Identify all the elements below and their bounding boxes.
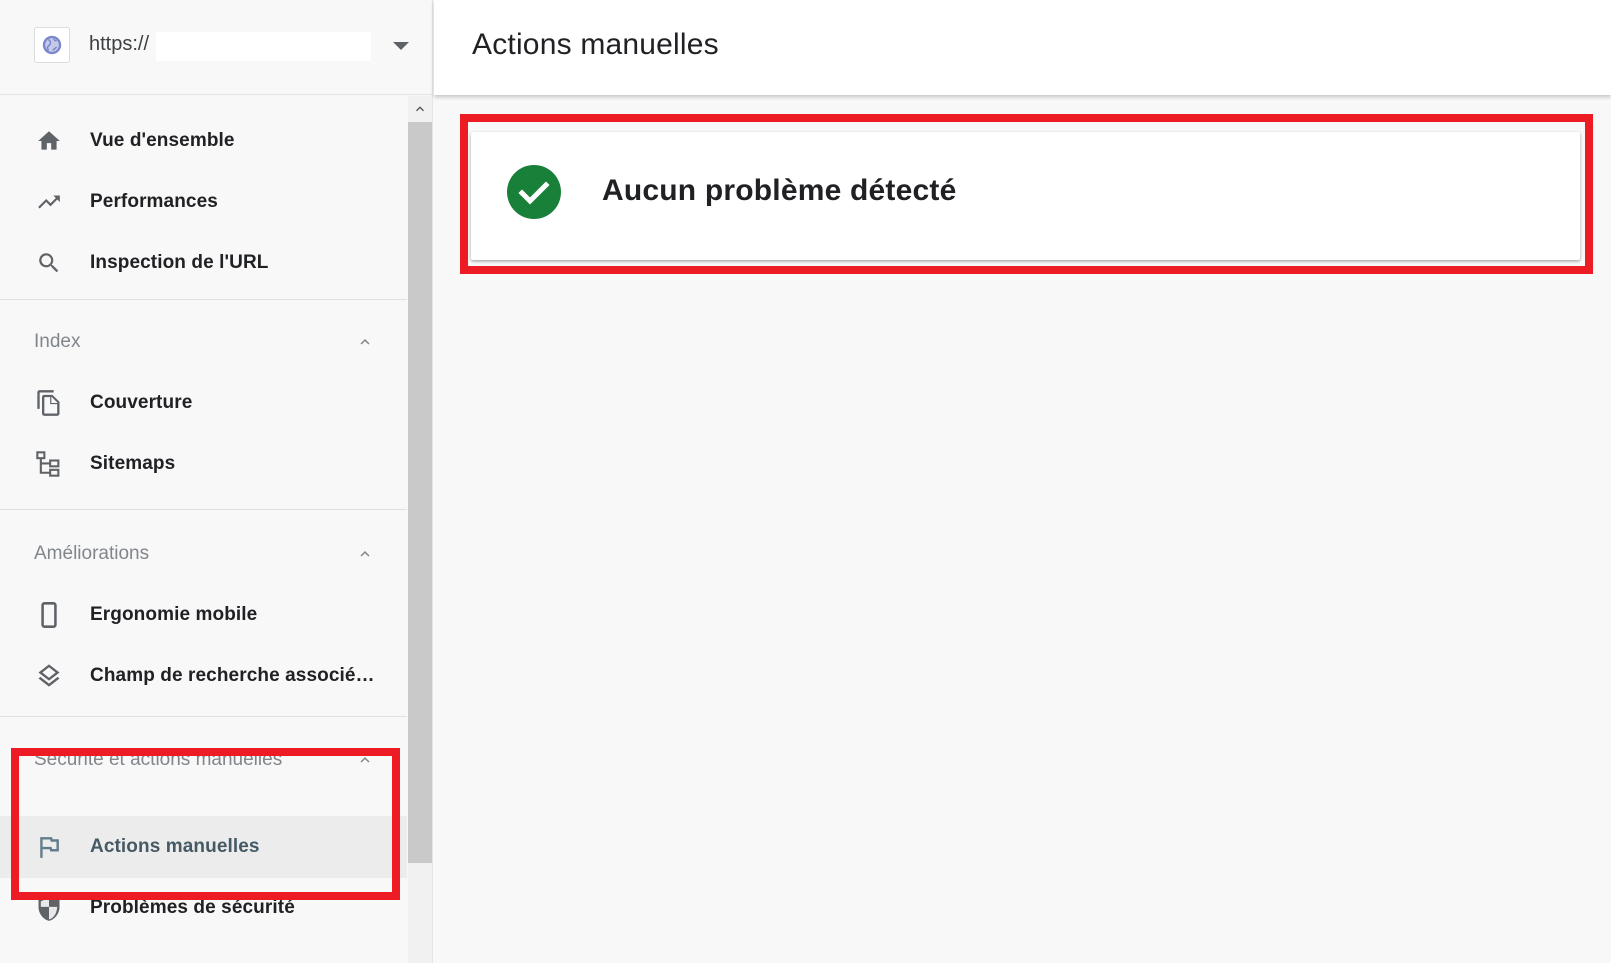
chevron-up-icon[interactable] — [356, 545, 374, 563]
search-icon — [34, 248, 64, 278]
arrow-drop-down-icon[interactable] — [390, 38, 412, 54]
sidebar-item-performance[interactable]: Performances — [0, 171, 407, 233]
flag-icon — [34, 832, 64, 862]
sidebar-item-label: Problèmes de sécurité — [90, 897, 295, 918]
layers-icon — [34, 661, 64, 691]
shield-icon — [34, 893, 64, 923]
section-title: Sécurité et actions manuelles — [34, 749, 283, 770]
sidebar-item-label: Inspection de l'URL — [90, 252, 269, 273]
sitemap-icon — [34, 449, 64, 479]
globe-icon — [34, 27, 70, 63]
sidebar-item-label: Performances — [90, 191, 218, 212]
sidebar-item-sitemaps[interactable]: Sitemaps — [0, 433, 407, 495]
section-title: Index — [34, 331, 81, 352]
sidebar-item-security-issues[interactable]: Problèmes de sécurité — [0, 877, 407, 939]
sidebar-scrollbar[interactable] — [408, 96, 432, 963]
divider — [0, 299, 407, 300]
sidebar-item-label: Couverture — [90, 392, 193, 413]
sidebar-item-url-inspection[interactable]: Inspection de l'URL — [0, 232, 407, 294]
sidebar-item-mobile-usability[interactable]: Ergonomie mobile — [0, 584, 407, 646]
sidebar-item-label: Sitemaps — [90, 453, 176, 474]
sidebar: https:// Vue d'ensemble Performances Ins… — [0, 0, 433, 963]
sidebar-item-manual-actions[interactable]: Actions manuelles — [0, 816, 407, 878]
section-title: Améliorations — [34, 543, 150, 564]
property-url: https:// — [89, 33, 150, 55]
check-circle-icon — [507, 165, 561, 219]
chevron-up-icon[interactable] — [408, 96, 432, 122]
chevron-up-icon[interactable] — [356, 333, 374, 351]
file-copy-icon — [34, 388, 64, 418]
sidebar-nav: Vue d'ensemble Performances Inspection d… — [0, 96, 407, 963]
sidebar-item-label: Champ de recherche associé… — [90, 665, 375, 686]
section-header-index[interactable]: Index — [0, 326, 407, 360]
smartphone-icon — [34, 600, 64, 630]
page-title: Actions manuelles — [472, 28, 719, 61]
url-redacted — [156, 32, 371, 61]
trending-up-icon — [34, 187, 64, 217]
sidebar-item-label: Ergonomie mobile — [90, 604, 258, 625]
sidebar-item-overview[interactable]: Vue d'ensemble — [0, 110, 407, 172]
status-card: Aucun problème détecté — [471, 132, 1580, 260]
sidebar-item-sitelinks-searchbox[interactable]: Champ de recherche associé… — [0, 645, 407, 707]
property-selector[interactable]: https:// — [0, 0, 432, 95]
home-icon — [34, 126, 64, 156]
chevron-up-icon[interactable] — [356, 751, 374, 769]
page-header: Actions manuelles — [434, 0, 1611, 95]
sidebar-item-label: Vue d'ensemble — [90, 130, 235, 151]
divider — [0, 509, 407, 510]
status-message: Aucun problème détecté — [602, 174, 957, 207]
sidebar-item-coverage[interactable]: Couverture — [0, 372, 407, 434]
section-header-enhancements[interactable]: Améliorations — [0, 538, 407, 572]
divider — [0, 716, 407, 717]
search-console-app: https:// Vue d'ensemble Performances Ins… — [0, 0, 1611, 963]
sidebar-item-label: Actions manuelles — [90, 836, 260, 857]
section-header-security-manual-actions[interactable]: Sécurité et actions manuelles — [0, 744, 407, 810]
scrollbar-thumb[interactable] — [408, 122, 432, 863]
